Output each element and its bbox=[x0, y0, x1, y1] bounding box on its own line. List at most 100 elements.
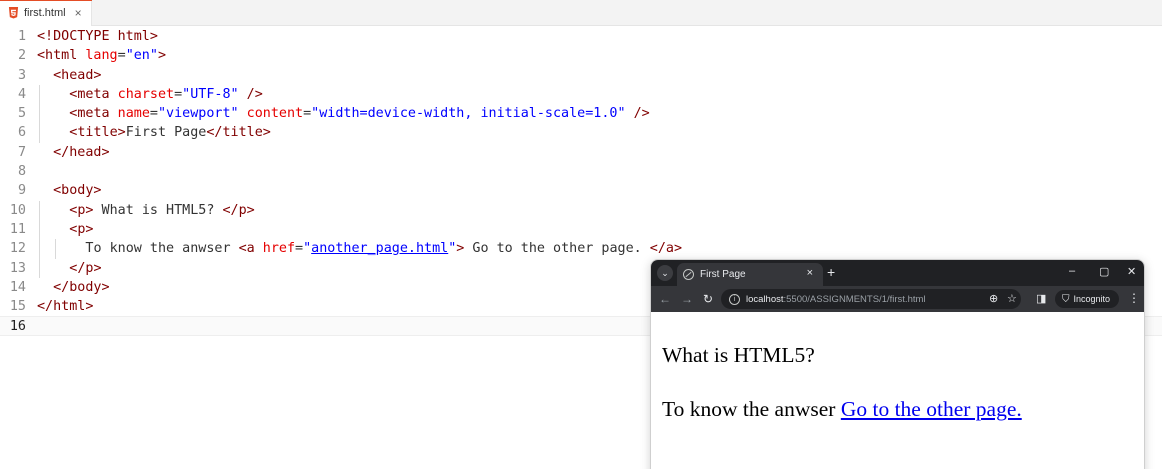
code-line[interactable]: 5 <meta name="viewport" content="width=de… bbox=[0, 104, 1162, 124]
line-number: 15 bbox=[9, 299, 26, 315]
syntax-text bbox=[239, 87, 247, 102]
browser-tab-title: First Page bbox=[700, 269, 746, 280]
kebab-menu-icon[interactable]: ⋮ bbox=[1128, 291, 1140, 305]
syntax-string: "viewport" bbox=[157, 106, 239, 122]
code-line[interactable]: 6 <title>First Page</title> bbox=[0, 123, 1162, 143]
code-line-content: <!DOCTYPE html> bbox=[37, 27, 158, 46]
code-line-content: <p> What is HTML5? </p> bbox=[69, 201, 254, 220]
code-line-content: <html lang="en"> bbox=[37, 46, 166, 65]
forward-icon[interactable]: → bbox=[681, 292, 693, 306]
browser-page-content: What is HTML5? To know the anwser Go to … bbox=[651, 312, 1144, 469]
code-line-content: </head> bbox=[53, 143, 109, 162]
browser-toolbar: ← → ↻ i localhost:5500/ASSIGNMENTS/1/fir… bbox=[651, 286, 1144, 312]
code-line[interactable]: 11 <p> bbox=[0, 219, 1162, 240]
html5-file-icon bbox=[8, 7, 19, 19]
indent-guide bbox=[39, 258, 40, 278]
back-icon[interactable]: ← bbox=[659, 292, 671, 306]
indent-guide bbox=[39, 123, 40, 143]
maximize-button[interactable]: ▢ bbox=[1099, 265, 1109, 278]
line-number: 11 bbox=[9, 221, 26, 237]
code-line-content: <p> bbox=[69, 220, 93, 239]
syntax-tag: <body> bbox=[53, 183, 102, 199]
editor-tab-first-html[interactable]: first.html × bbox=[0, 0, 92, 26]
editor-tab-label: first.html bbox=[24, 7, 66, 19]
indent-guide bbox=[55, 239, 57, 259]
editor-tab-bar: first.html × bbox=[0, 0, 1162, 26]
indent-guide bbox=[39, 84, 40, 105]
syntax-tag: <!DOCTYPE html> bbox=[37, 29, 158, 44]
other-page-link[interactable]: Go to the other page. bbox=[841, 397, 1022, 421]
browser-tab-close-icon[interactable]: × bbox=[807, 267, 813, 279]
code-line[interactable]: 2 <html lang="en"> bbox=[0, 46, 1162, 65]
syntax-tag: <head> bbox=[53, 67, 102, 83]
minimize-button[interactable]: – bbox=[1069, 265, 1075, 277]
code-line-content: </body> bbox=[53, 278, 109, 297]
incognito-label: Incognito bbox=[1073, 294, 1111, 304]
reload-icon[interactable]: ↻ bbox=[703, 292, 713, 306]
syntax-text: = bbox=[174, 86, 183, 102]
syntax-string: " bbox=[303, 241, 312, 257]
syntax-tag: <meta bbox=[69, 86, 110, 102]
side-panel-icon[interactable]: ◨ bbox=[1036, 292, 1046, 305]
code-line[interactable]: 10 <p> What is HTML5? </p> bbox=[0, 200, 1162, 220]
syntax-text bbox=[626, 106, 634, 121]
syntax-string: "width=device-width, initial-scale=1.0" bbox=[311, 106, 626, 122]
syntax-text: To know the anwser bbox=[85, 241, 239, 257]
syntax-tag: </title> bbox=[206, 125, 271, 141]
close-icon[interactable]: × bbox=[75, 6, 82, 20]
syntax-attribute: lang bbox=[85, 48, 118, 64]
line-number: 6 bbox=[17, 125, 26, 141]
code-line[interactable]: 4 <meta charset="UTF-8" /> bbox=[0, 84, 1162, 105]
zoom-icon[interactable]: ⊕ bbox=[989, 292, 998, 305]
star-icon[interactable]: ☆ bbox=[1007, 292, 1017, 305]
line-number: 2 bbox=[17, 48, 26, 64]
code-line-content: <title>First Page</title> bbox=[69, 123, 271, 142]
close-window-button[interactable]: ✕ bbox=[1127, 265, 1136, 278]
line-number: 12 bbox=[9, 241, 26, 257]
browser-tab[interactable]: First Page × bbox=[677, 263, 823, 286]
syntax-tag: <p> bbox=[69, 221, 94, 237]
code-line[interactable]: 8 bbox=[0, 162, 1162, 181]
address-bar[interactable]: i localhost:5500/ASSIGNMENTS/1/first.htm… bbox=[721, 289, 1021, 309]
site-info-icon[interactable]: i bbox=[729, 293, 740, 305]
line-number: 4 bbox=[17, 86, 26, 102]
syntax-text bbox=[239, 106, 247, 121]
syntax-tag: </head> bbox=[53, 144, 110, 160]
code-line[interactable]: 1 <!DOCTYPE html> bbox=[0, 27, 1162, 46]
line-number: 9 bbox=[17, 183, 26, 199]
syntax-attribute: content bbox=[246, 106, 304, 122]
syntax-tag: <title> bbox=[69, 125, 126, 141]
code-line-content: </p> bbox=[69, 259, 101, 278]
incognito-badge[interactable]: ⛉ Incognito bbox=[1055, 290, 1119, 308]
indent-guide bbox=[39, 104, 40, 124]
browser-title-bar: ⌄ First Page × + – ▢ ✕ bbox=[651, 260, 1144, 286]
globe-icon bbox=[683, 269, 694, 280]
syntax-text bbox=[255, 241, 263, 256]
syntax-string: "en" bbox=[125, 48, 158, 64]
syntax-tag: </html> bbox=[37, 299, 94, 315]
syntax-tag: > bbox=[157, 48, 166, 64]
code-line-content: <head> bbox=[53, 66, 101, 85]
indent-guide bbox=[39, 239, 40, 259]
syntax-string: "UTF-8" bbox=[182, 86, 239, 102]
syntax-text: = bbox=[149, 106, 158, 122]
line-number: 16 bbox=[9, 319, 26, 335]
code-line-content: </html> bbox=[37, 297, 93, 316]
url-path: :5500/ASSIGNMENTS/1/first.html bbox=[783, 293, 926, 305]
url-host: localhost bbox=[746, 293, 784, 305]
code-line[interactable]: 9 <body> bbox=[0, 181, 1162, 200]
syntax-text: = bbox=[303, 106, 312, 122]
syntax-tag: </a> bbox=[649, 241, 683, 257]
tab-search-icon[interactable]: ⌄ bbox=[657, 265, 673, 281]
syntax-text: Go to the other page. bbox=[464, 241, 650, 257]
code-line[interactable]: 12 To know the anwser <a href="another_pa… bbox=[0, 239, 1162, 259]
code-line-content: <meta charset="UTF-8" /> bbox=[69, 85, 263, 104]
code-line[interactable]: 3 <head> bbox=[0, 66, 1162, 85]
paragraph-2-text: To know the anwser bbox=[662, 397, 836, 421]
code-line[interactable]: 7 </head> bbox=[0, 143, 1162, 162]
syntax-text bbox=[110, 87, 118, 102]
syntax-text: = bbox=[295, 241, 304, 257]
syntax-attribute: name bbox=[117, 106, 150, 122]
new-tab-button[interactable]: + bbox=[827, 264, 835, 280]
code-line-content: <meta name="viewport" content="width=dev… bbox=[69, 104, 649, 123]
